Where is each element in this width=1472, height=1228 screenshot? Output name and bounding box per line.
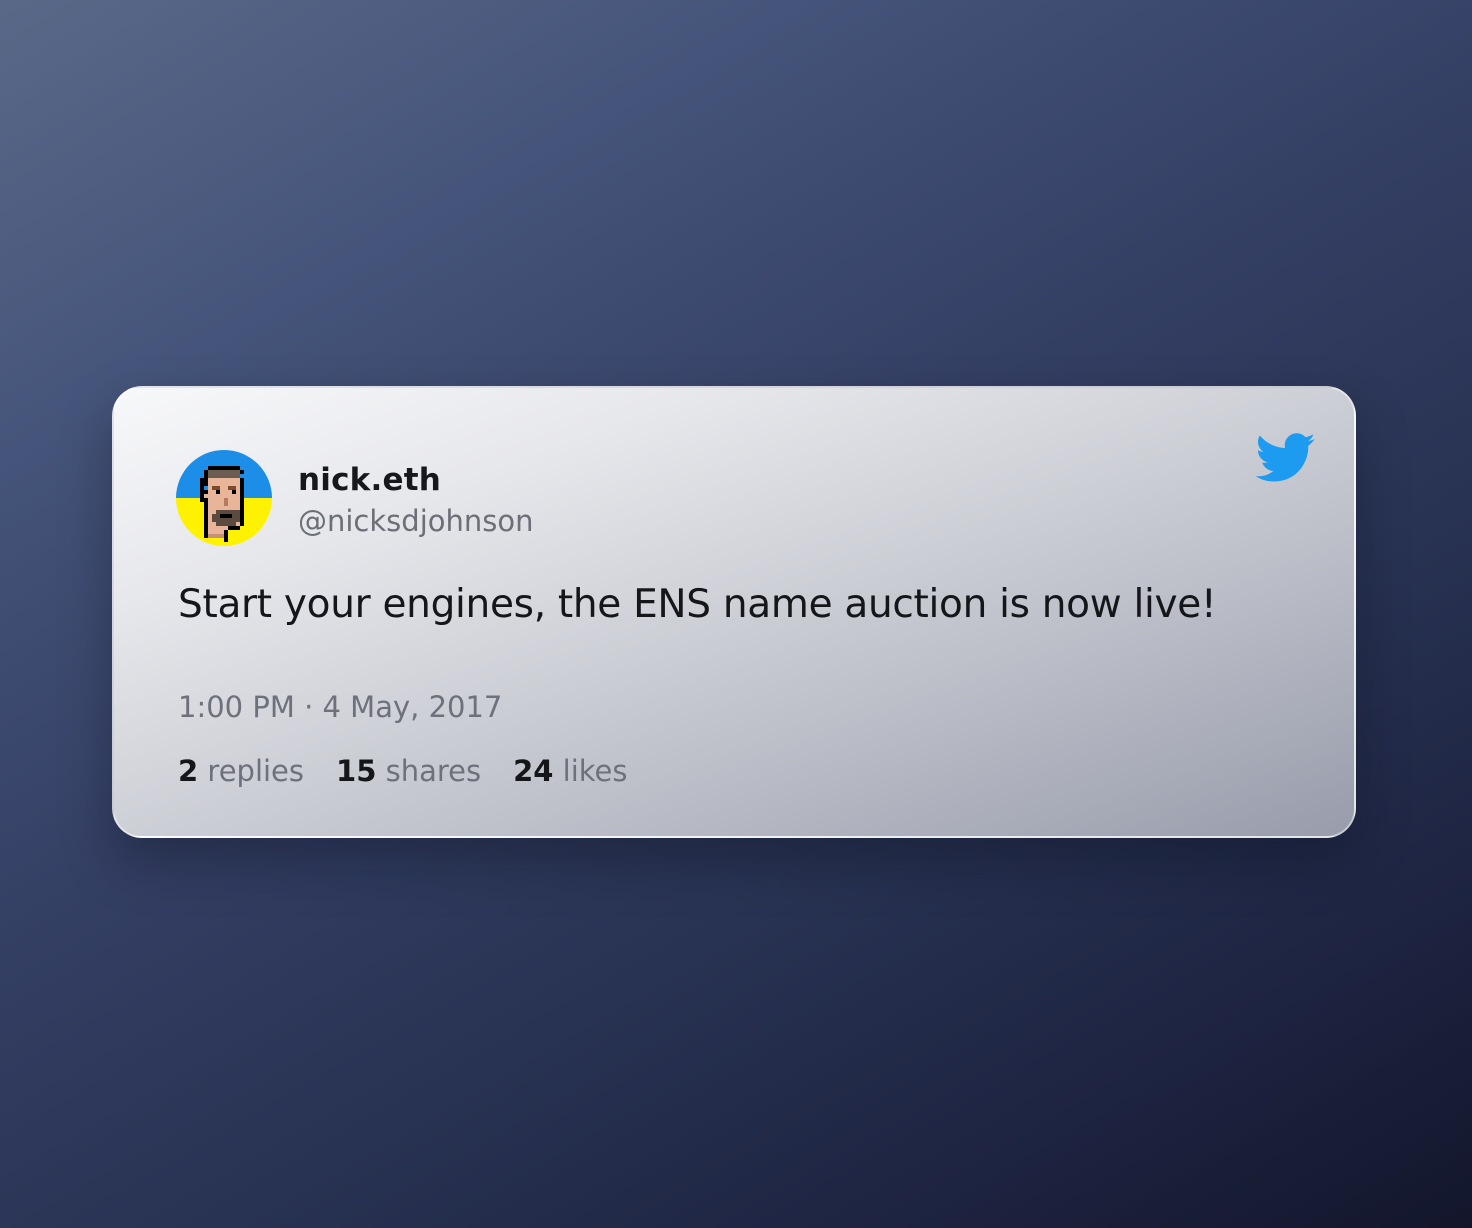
likes-stat[interactable]: 24 likes (513, 754, 627, 788)
author-display-name[interactable]: nick.eth (298, 462, 441, 498)
shares-label: shares (385, 754, 482, 788)
shares-count: 15 (336, 754, 377, 788)
replies-count: 2 (178, 754, 199, 788)
tweet-text: Start your engines, the ENS name auction… (178, 582, 1217, 627)
tweet-stats: 2 replies 15 shares 24 likes (178, 754, 628, 788)
twitter-bird-icon[interactable] (1255, 432, 1316, 484)
likes-count: 24 (513, 754, 554, 788)
pixel-avatar-image (176, 450, 272, 546)
replies-stat[interactable]: 2 replies (178, 754, 304, 788)
likes-label: likes (562, 754, 628, 788)
author-handle[interactable]: @nicksdjohnson (298, 504, 533, 538)
replies-label: replies (207, 754, 305, 788)
shares-stat[interactable]: 15 shares (336, 754, 481, 788)
tweet-timestamp[interactable]: 1:00 PM · 4 May, 2017 (178, 690, 502, 724)
avatar[interactable] (176, 450, 272, 546)
tweet-card: nick.eth @nicksdjohnson Start your engin… (112, 386, 1356, 838)
